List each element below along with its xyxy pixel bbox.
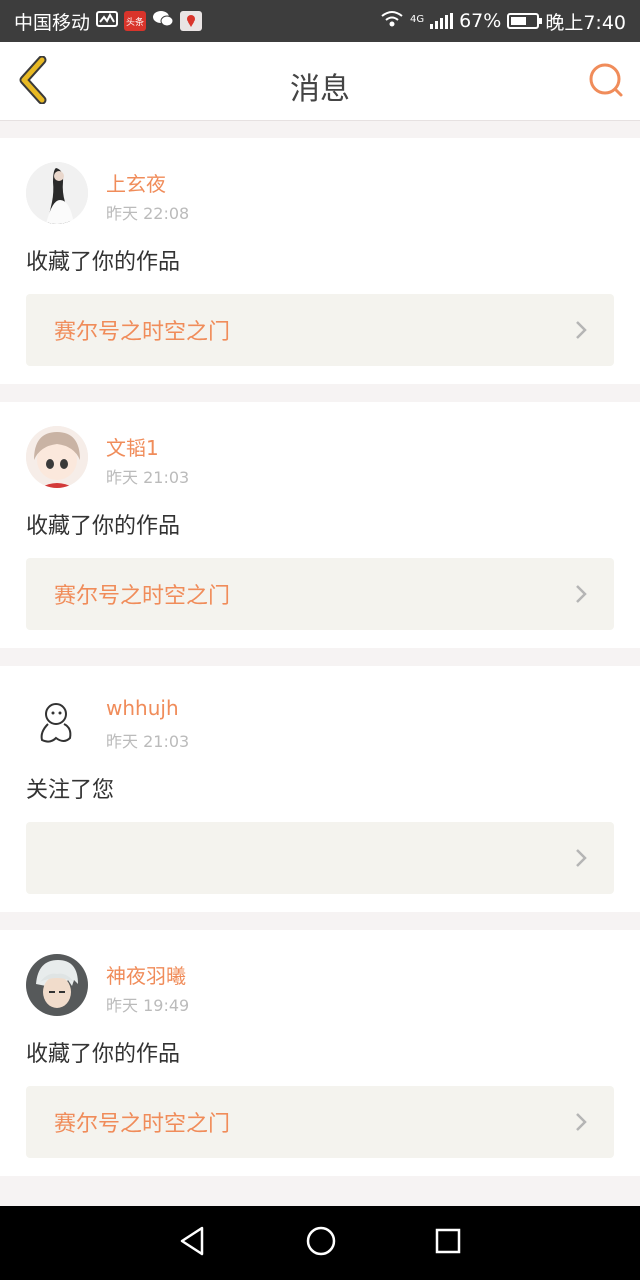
message-card: 神夜羽曦 昨天 19:49 收藏了你的作品 赛尔号之时空之门 [0,930,640,1176]
work-title: 赛尔号之时空之门 [54,584,231,609]
status-bar: 中国移动 头条 4G 67% 晚上7:40 [0,0,640,42]
avatar[interactable] [26,162,88,224]
carrier-label: 中国移动 [14,11,91,34]
recents-square-icon[interactable] [434,1227,462,1259]
action-text: 收藏了你的作品 [26,1042,181,1067]
message-card: whhujh 昨天 21:03 关注了您 [0,666,640,912]
timestamp: 昨天 19:49 [106,996,190,1015]
search-icon [589,63,623,97]
work-link[interactable]: 赛尔号之时空之门 [26,1086,614,1158]
search-button[interactable] [586,60,626,100]
clock: 晚上7:40 [545,11,626,34]
page-title: 消息 [290,72,350,107]
activity-icon [96,10,119,33]
action-text: 收藏了你的作品 [26,250,181,275]
map-app-icon [180,11,203,31]
message-card: 上玄夜 昨天 22:08 收藏了你的作品 赛尔号之时空之门 [0,138,640,384]
timestamp: 昨天 21:03 [106,468,190,487]
chevron-right-icon [576,1113,587,1131]
battery-percent: 67% [459,10,502,32]
message-list: 上玄夜 昨天 22:08 收藏了你的作品 赛尔号之时空之门 文韬1 昨天 21:… [0,138,640,1194]
action-text: 关注了您 [26,778,115,803]
work-link[interactable]: 赛尔号之时空之门 [26,294,614,366]
network-type: 4G [409,13,425,25]
signal-icon [430,13,454,29]
work-title: 赛尔号之时空之门 [54,1112,231,1137]
navigation-bar: 消息 [0,42,640,121]
username[interactable]: 神夜羽曦 [106,960,186,989]
home-circle-icon[interactable] [305,1225,337,1261]
timestamp: 昨天 21:03 [106,732,190,751]
avatar[interactable] [26,954,88,1016]
news-app-icon: 头条 [124,11,147,31]
avatar[interactable] [26,426,88,488]
message-card: 文韬1 昨天 21:03 收藏了你的作品 赛尔号之时空之门 [0,402,640,648]
chevron-right-icon [576,585,587,603]
chevron-right-icon [576,849,587,867]
work-link[interactable]: 赛尔号之时空之门 [26,558,614,630]
action-text: 收藏了你的作品 [26,514,181,539]
system-navigation-bar [0,1206,640,1280]
username[interactable]: 文韬1 [106,432,159,461]
battery-icon [507,13,543,29]
timestamp: 昨天 22:08 [106,204,190,223]
username[interactable]: 上玄夜 [106,168,166,197]
wechat-icon [152,9,174,34]
work-title: 赛尔号之时空之门 [54,320,231,345]
back-triangle-icon[interactable] [178,1225,208,1261]
work-link[interactable] [26,822,614,894]
wifi-icon [380,10,404,33]
username[interactable]: whhujh [106,696,179,720]
avatar[interactable] [26,690,88,752]
chevron-right-icon [576,321,587,339]
